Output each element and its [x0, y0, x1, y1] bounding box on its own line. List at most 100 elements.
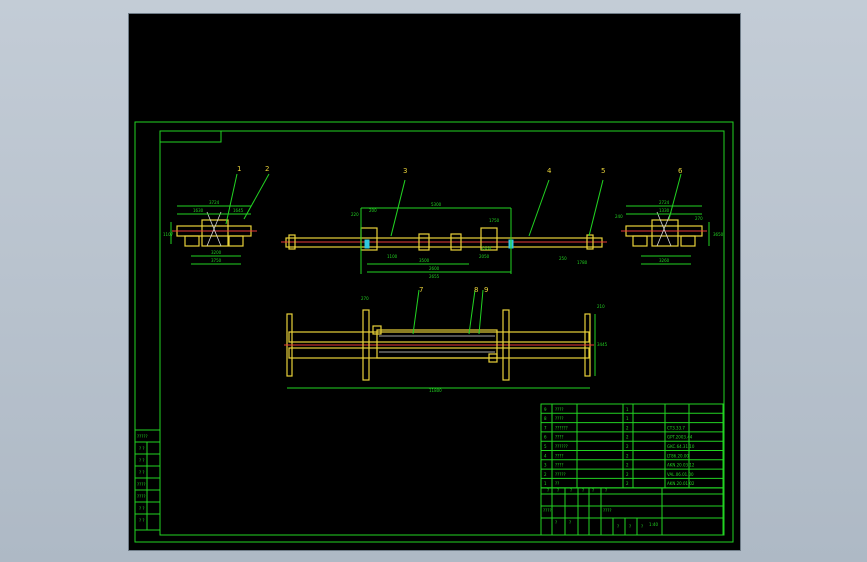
side-table: ????? ? ? ? ? ? ? ???? ???? ? ? ? ? — [134, 429, 161, 531]
bom-code: VAL.06.01.00 — [667, 472, 694, 477]
bom-name: ???? — [555, 407, 564, 412]
part-label: 3 — [403, 167, 407, 175]
part-label: 7 — [419, 286, 423, 294]
part-label: 5 — [601, 167, 605, 175]
svg-text:?: ? — [570, 488, 572, 493]
svg-text:3200: 3200 — [211, 250, 222, 255]
svg-text:1780: 1780 — [577, 260, 588, 265]
svg-text:3650: 3650 — [713, 232, 724, 237]
bom-no: 4 — [544, 453, 547, 458]
bom-no: 5 — [544, 444, 547, 449]
svg-text:? ?: ? ? — [139, 470, 145, 475]
svg-text:3750: 3750 — [211, 258, 222, 263]
svg-text:1330: 1330 — [659, 208, 670, 213]
part-label: 2 — [265, 165, 269, 173]
svg-text:?: ? — [629, 524, 631, 529]
svg-text:270: 270 — [361, 296, 369, 301]
svg-text:? ?: ? ? — [139, 506, 145, 511]
bom-no: 6 — [544, 435, 547, 440]
bom-no: 8 — [544, 416, 547, 421]
svg-text:????: ???? — [543, 508, 552, 513]
bom-code: GKC.64.31.10 — [667, 444, 695, 449]
title-block: 9???? 18???? 17?????? 2 CT3.33.76???? 2 GPT.20… — [540, 403, 724, 536]
bom-name: ?? — [555, 481, 559, 486]
svg-text:?: ? — [547, 488, 549, 493]
svg-text:3445: 3445 — [597, 342, 608, 347]
svg-text:270: 270 — [695, 216, 703, 221]
part-label: 1 — [237, 165, 241, 173]
svg-text:1630: 1630 — [193, 208, 204, 213]
svg-text:?: ? — [569, 520, 571, 525]
svg-text:? ?: ? ? — [139, 518, 145, 523]
bom-no: 2 — [544, 472, 547, 477]
bom-code: LT86.20.00 — [667, 453, 689, 458]
bom-qty: 2 — [626, 444, 629, 449]
bom-name: ?????? — [555, 425, 568, 430]
bom-no: 9 — [544, 407, 547, 412]
svg-text:210: 210 — [597, 304, 605, 309]
bom-name: ???? — [555, 435, 564, 440]
svg-text:2655: 2655 — [429, 274, 440, 279]
svg-text:?: ? — [617, 524, 619, 529]
svg-text:?: ? — [555, 520, 557, 525]
svg-text:3300: 3300 — [481, 246, 492, 251]
part-label: 4 — [547, 167, 552, 175]
svg-text:1750: 1750 — [489, 218, 500, 223]
bom-name: ???? — [555, 453, 564, 458]
svg-text:?: ? — [641, 524, 643, 529]
bom-qty: 1 — [626, 416, 629, 421]
svg-text:240: 240 — [615, 214, 623, 219]
bom-qty: 1 — [626, 407, 629, 412]
part-label: 9 — [484, 286, 488, 294]
svg-text:2050: 2050 — [479, 254, 490, 259]
bom-no: 7 — [544, 425, 547, 430]
bom-code: CT3.33.7 — [667, 425, 685, 430]
svg-text:? ?: ? ? — [139, 458, 145, 463]
svg-text:3500: 3500 — [419, 258, 430, 263]
cad-drawing: 1 2 3 4 5 6 7 8 9 3724 1630 1645 1107 32… — [134, 121, 734, 543]
corner-tab — [159, 130, 222, 143]
bom-no: 3 — [544, 463, 547, 468]
svg-text:2724: 2724 — [659, 200, 670, 205]
bom-name: ?????? — [555, 444, 568, 449]
svg-text:????: ???? — [137, 482, 146, 487]
svg-text:2600: 2600 — [429, 266, 440, 271]
bom-qty: 2 — [626, 425, 629, 430]
svg-text:3260: 3260 — [659, 258, 670, 263]
bom-name: ???? — [555, 463, 564, 468]
svg-text:1107: 1107 — [163, 232, 174, 237]
svg-text:?: ? — [605, 488, 607, 493]
svg-text:?: ? — [592, 488, 594, 493]
svg-text:3724: 3724 — [209, 200, 220, 205]
svg-text:?: ? — [557, 488, 559, 493]
bom-qty: 2 — [626, 472, 629, 477]
inner-frame — [159, 130, 725, 536]
bom-code: AKN.20.01.02 — [667, 481, 695, 486]
bom-code: AKN.20.03.12 — [667, 463, 695, 468]
bom-qty: 2 — [626, 435, 629, 440]
bom-qty: 2 — [626, 463, 629, 468]
svg-text:1:40: 1:40 — [649, 522, 658, 527]
bom-name: ????? — [555, 472, 566, 477]
svg-text:5300: 5300 — [431, 202, 442, 207]
cad-viewport[interactable]: 1 2 3 4 5 6 7 8 9 3724 1630 1645 1107 32… — [128, 13, 741, 551]
dimension-texts: 3724 1630 1645 1107 3200 3750 5300 220 2… — [163, 200, 724, 393]
bom-no: 1 — [544, 481, 547, 486]
part-label: 6 — [678, 167, 683, 175]
bom-qty: 2 — [626, 453, 629, 458]
bom-qty: 2 — [626, 481, 629, 486]
svg-text:220: 220 — [351, 212, 359, 217]
svg-text:????: ???? — [137, 494, 146, 499]
svg-text:1645: 1645 — [233, 208, 244, 213]
svg-text:1100: 1100 — [387, 254, 398, 259]
svg-text:????: ???? — [603, 508, 612, 513]
part-label: 8 — [474, 286, 478, 294]
svg-text:250: 250 — [559, 256, 567, 261]
plan-view — [284, 289, 596, 389]
svg-text:?: ? — [582, 488, 584, 493]
svg-text:?????: ????? — [137, 434, 148, 439]
svg-text:? ?: ? ? — [139, 446, 145, 451]
svg-text:11800: 11800 — [429, 388, 442, 393]
bom-name: ???? — [555, 416, 564, 421]
svg-text:200: 200 — [369, 208, 377, 213]
